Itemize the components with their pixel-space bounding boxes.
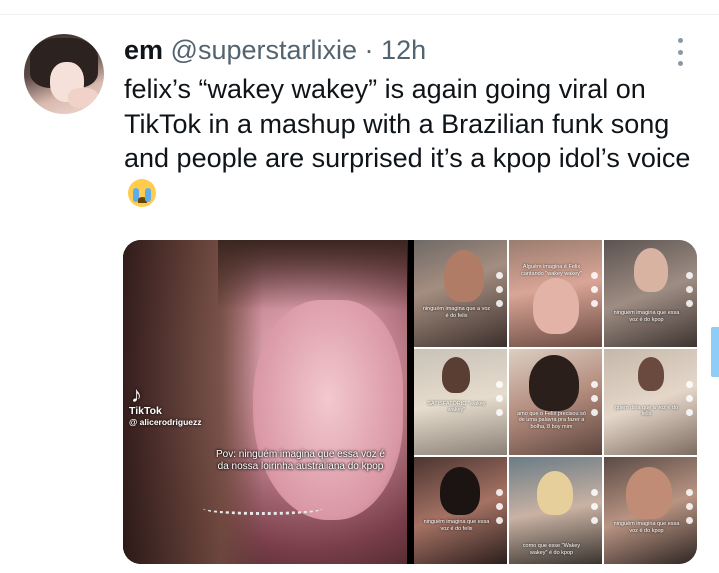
more-options-icon[interactable]: [672, 38, 688, 66]
avatar[interactable]: [24, 34, 104, 114]
grid-caption: ninguém imagina que essa voz é do kpop: [613, 521, 680, 534]
woman-face: [253, 300, 403, 520]
tiktok-username: @ alicerodriguezz: [129, 417, 202, 427]
timestamp[interactable]: 12h: [381, 35, 426, 65]
tiktok-watermark: TikTok: [129, 405, 162, 417]
tweet-text-body: felix’s “wakey wakey” is again going vir…: [124, 74, 691, 173]
video-grid-thumbnail[interactable]: ninguém imagina que a voz é do felix Alg…: [414, 240, 697, 564]
grid-cell: ninguém imagina que essa voz é do felix: [414, 457, 507, 564]
tweet-header: em @superstarlixie · 12h: [124, 33, 426, 67]
video-caption: Pov: ninguém imagina que essa voz é da n…: [216, 449, 385, 472]
tweet-text: felix’s “wakey wakey” is again going vir…: [124, 72, 704, 210]
grid-caption: amo que o Felix precisou só de uma palav…: [517, 410, 586, 430]
grid-cell: quem diria que a voz é do felix: [604, 348, 697, 456]
avatar-hand: [68, 88, 98, 108]
grid-caption: quem diria que a voz é do felix: [614, 404, 679, 418]
grid-caption: ninguém imagina que a voz é do felix: [422, 306, 491, 319]
tweet-media[interactable]: ♪ TikTok @ alicerodriguezz Pov: ninguém …: [123, 240, 697, 564]
display-name[interactable]: em: [124, 35, 163, 65]
grid-caption: como que esse "Wakey wakey" é do kpop: [522, 543, 581, 556]
grid-caption: ninguém imagina que essa voz é do kpop: [613, 310, 680, 323]
grid-cell: SATISFATÓRIO "wakey wakey": [414, 348, 507, 456]
necklace: [203, 502, 323, 515]
loudly-crying-face-icon: [128, 178, 156, 207]
user-handle[interactable]: @superstarlixie: [171, 35, 357, 65]
grid-cell: ninguém imagina que essa voz é do kpop: [604, 240, 697, 347]
grid-cell: amo que o Felix precisou só de uma palav…: [509, 348, 602, 456]
grid-cell: ninguém imagina que essa voz é do kpop: [604, 457, 697, 564]
main-video-thumbnail[interactable]: ♪ TikTok @ alicerodriguezz Pov: ninguém …: [123, 240, 408, 564]
top-divider: [0, 14, 719, 15]
grid-cell: ninguém imagina que a voz é do felix: [414, 240, 507, 347]
scrollbar-thumb[interactable]: [711, 327, 719, 377]
grid-caption: SATISFATÓRIO "wakey wakey": [427, 400, 486, 414]
grid-cell: como que esse "Wakey wakey" é do kpop: [509, 457, 602, 564]
grid-cell: Alguém imagina é Felix cantando "wakey w…: [509, 240, 602, 347]
separator-dot: ·: [364, 35, 374, 65]
grid-caption: ninguém imagina que essa voz é do felix: [423, 519, 490, 532]
grid-caption: Alguém imagina é Felix cantando "wakey w…: [521, 264, 582, 277]
